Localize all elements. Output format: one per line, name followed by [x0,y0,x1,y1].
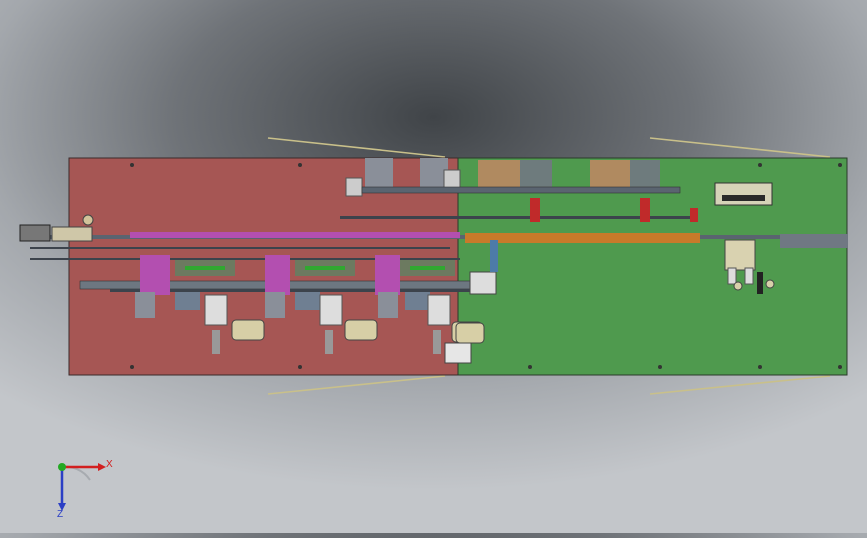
coordinate-triad: X Z [40,445,120,525]
y-axis-dot [58,463,66,471]
x-axis-label: X [106,459,113,470]
cad-model [19,137,848,395]
z-axis-label: Z [57,509,64,520]
model-viewport[interactable]: X Z [0,0,867,533]
display-box [714,182,773,206]
